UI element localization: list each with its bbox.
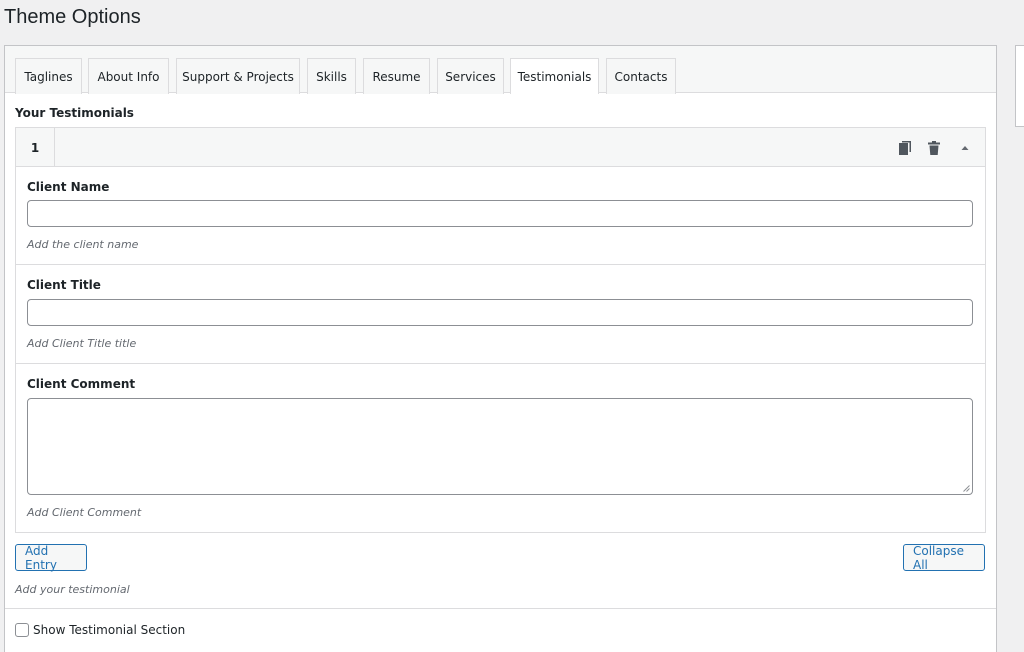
section-label: Your Testimonials xyxy=(15,106,134,120)
tab-bar: Taglines About Info Support & Projects S… xyxy=(5,46,996,94)
add-entry-description: Add your testimonial xyxy=(15,583,130,596)
collapse-arrow-icon[interactable] xyxy=(956,139,974,157)
options-panel: Taglines About Info Support & Projects S… xyxy=(4,45,997,652)
footer-divider xyxy=(5,608,996,609)
resize-grip-icon[interactable] xyxy=(963,485,970,492)
entry-number: 1 xyxy=(16,128,55,167)
client-comment-description: Add Client Comment xyxy=(27,506,142,519)
client-comment-textarea[interactable] xyxy=(27,398,973,495)
show-section-checkbox[interactable] xyxy=(15,623,29,637)
tab-contacts[interactable]: Contacts xyxy=(606,58,676,94)
copy-icon[interactable] xyxy=(896,139,914,157)
client-name-input[interactable] xyxy=(27,200,973,227)
client-comment-label: Client Comment xyxy=(27,377,136,391)
client-comment-field: Client Comment Add Client Comment xyxy=(16,364,985,532)
client-name-description: Add the client name xyxy=(27,238,139,251)
client-title-label: Client Title xyxy=(27,278,101,292)
testimonial-entry: 1 Client Name Add the client name Client… xyxy=(15,127,986,533)
client-title-description: Add Client Title title xyxy=(27,337,137,350)
show-section-row[interactable]: Show Testimonial Section xyxy=(15,623,185,637)
trash-icon[interactable] xyxy=(925,139,943,157)
add-entry-button[interactable]: Add Entry xyxy=(15,544,87,572)
show-section-label: Show Testimonial Section xyxy=(33,623,186,637)
tab-resume[interactable]: Resume xyxy=(363,58,430,94)
page-title: Theme Options xyxy=(4,6,141,28)
tab-services[interactable]: Services xyxy=(437,58,504,94)
client-name-field: Client Name Add the client name xyxy=(16,167,985,265)
tab-testimonials[interactable]: Testimonials xyxy=(510,58,599,94)
client-title-field: Client Title Add Client Title title xyxy=(16,265,985,364)
tab-taglines[interactable]: Taglines xyxy=(15,58,82,94)
right-side-panel-edge xyxy=(1015,45,1024,127)
tab-skills[interactable]: Skills xyxy=(307,58,356,94)
tab-about-info[interactable]: About Info xyxy=(88,58,169,94)
collapse-all-button[interactable]: Collapse All xyxy=(903,544,985,572)
client-name-label: Client Name xyxy=(27,180,110,194)
entry-header: 1 xyxy=(16,128,985,167)
client-title-input[interactable] xyxy=(27,299,973,326)
tab-support-projects[interactable]: Support & Projects xyxy=(176,58,300,94)
